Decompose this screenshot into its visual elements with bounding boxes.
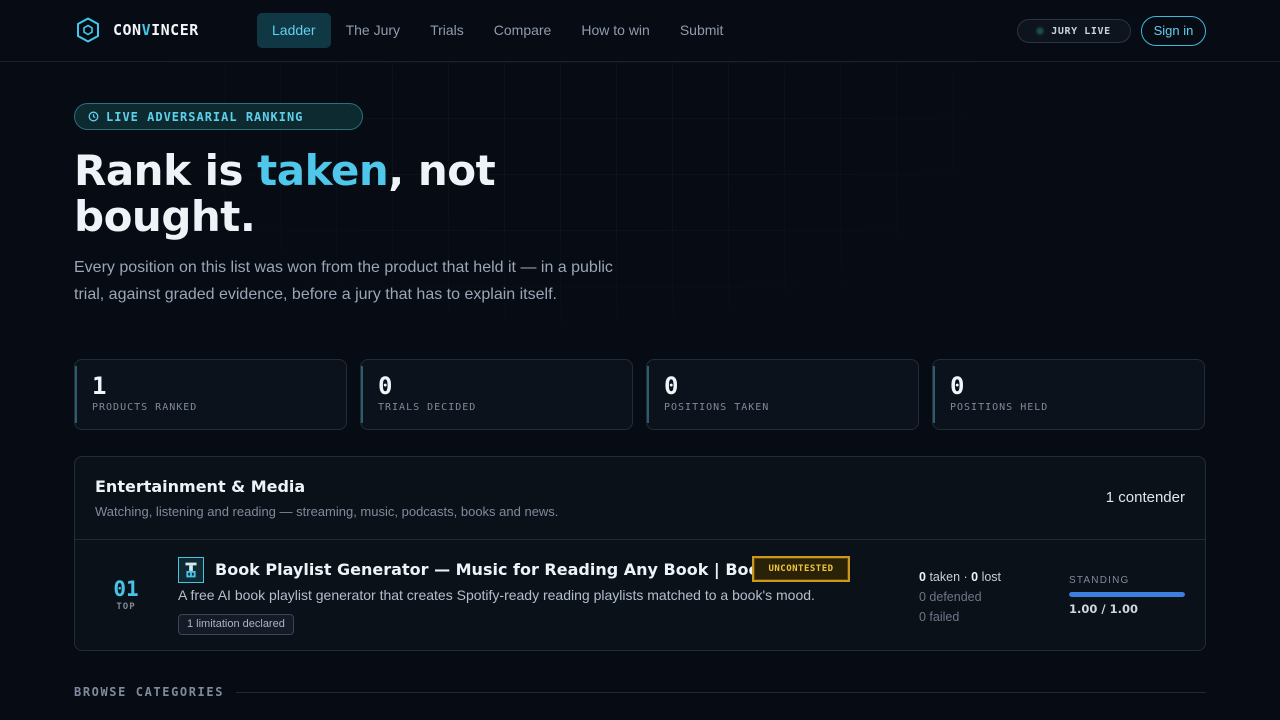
- nav-item-submit[interactable]: Submit: [665, 13, 739, 48]
- live-ranking-badge: LIVE ADVERSARIAL RANKING: [74, 103, 363, 130]
- stat-label: POSITIONS HELD: [950, 402, 1049, 413]
- stat-label: POSITIONS TAKEN: [664, 402, 770, 413]
- stats-row: 1 PRODUCTS RANKED 0 TRIALS DECIDED 0 POS…: [74, 359, 1205, 430]
- limitation-chip[interactable]: 1 limitation declared: [178, 614, 294, 635]
- standing-progress-fill: [1069, 592, 1185, 597]
- failed-count: 0 failed: [919, 610, 960, 624]
- rank-tag: TOP: [116, 602, 136, 612]
- stat-card-positions-taken: 0 POSITIONS TAKEN: [646, 359, 919, 430]
- stat-label: TRIALS DECIDED: [378, 402, 477, 413]
- nav-item-the-jury[interactable]: The Jury: [331, 13, 415, 48]
- uncontested-badge: UNCONTESTED: [752, 556, 850, 582]
- stat-label: PRODUCTS RANKED: [92, 402, 198, 413]
- category-panel: Entertainment & Media Watching, listenin…: [74, 456, 1206, 651]
- stat-value: 0: [664, 372, 679, 400]
- main-nav: Ladder The Jury Trials Compare How to wi…: [257, 13, 738, 48]
- defended-count: 0 defended: [919, 590, 982, 604]
- live-status-dot-icon: [1037, 28, 1044, 34]
- ladder-entry-row[interactable]: 01 TOP Book Playlist Generator — Music f…: [75, 540, 1205, 650]
- stat-value: 0: [378, 372, 393, 400]
- section-divider: [236, 691, 1206, 693]
- brand-logo[interactable]: CONVINCER: [76, 17, 199, 43]
- brand-name: CONVINCER: [113, 21, 199, 39]
- product-description: A free AI book playlist generator that c…: [178, 587, 815, 603]
- nav-item-ladder[interactable]: Ladder: [257, 13, 331, 48]
- category-description: Watching, listening and reading — stream…: [95, 504, 559, 519]
- top-navigation-bar: CONVINCER Ladder The Jury Trials Compare…: [0, 0, 1280, 62]
- stat-card-products-ranked: 1 PRODUCTS RANKED: [74, 359, 347, 430]
- nav-item-trials[interactable]: Trials: [415, 13, 479, 48]
- hero-title: Rank is taken, not bought.: [74, 146, 496, 241]
- stat-value: 1: [92, 372, 107, 400]
- hero-subtitle: Every position on this list was won from…: [74, 259, 613, 303]
- nav-item-compare[interactable]: Compare: [479, 13, 567, 48]
- product-name-link[interactable]: Book Playlist Generator — Music for Read…: [215, 560, 830, 579]
- hexagon-logo-icon: [77, 17, 99, 43]
- taken-lost-line: 0 taken · 0 lost: [919, 570, 1002, 584]
- rank-number: 01: [113, 577, 139, 601]
- nav-item-how-to-win[interactable]: How to win: [566, 13, 664, 48]
- browse-categories-label: BROWSE CATEGORIES: [74, 685, 225, 699]
- browse-categories-header: BROWSE CATEGORIES: [74, 685, 1206, 699]
- contender-count: 1 contender: [1105, 489, 1185, 506]
- category-header[interactable]: Entertainment & Media Watching, listenin…: [75, 457, 1205, 540]
- stat-card-positions-held: 0 POSITIONS HELD: [932, 359, 1205, 430]
- standing-progress-bar: [1069, 592, 1185, 597]
- stat-card-trials-decided: 0 TRIALS DECIDED: [360, 359, 633, 430]
- live-ranking-badge-label: LIVE ADVERSARIAL RANKING: [106, 109, 304, 124]
- product-avatar-icon: [178, 557, 204, 583]
- jury-live-indicator[interactable]: JURY LIVE: [1017, 19, 1131, 43]
- standing-value: 1.00 / 1.00: [1069, 602, 1138, 616]
- trial-scores: 0 taken · 0 lost 0 defended 0 failed: [919, 567, 1001, 627]
- stat-value: 0: [950, 372, 965, 400]
- clock-icon: [88, 111, 99, 122]
- jury-live-label: JURY LIVE: [1051, 25, 1111, 37]
- standing-label: STANDING: [1069, 575, 1130, 586]
- category-title: Entertainment & Media: [95, 477, 306, 496]
- sign-in-button[interactable]: Sign in: [1141, 16, 1206, 46]
- hero-title-highlight: taken: [257, 146, 389, 195]
